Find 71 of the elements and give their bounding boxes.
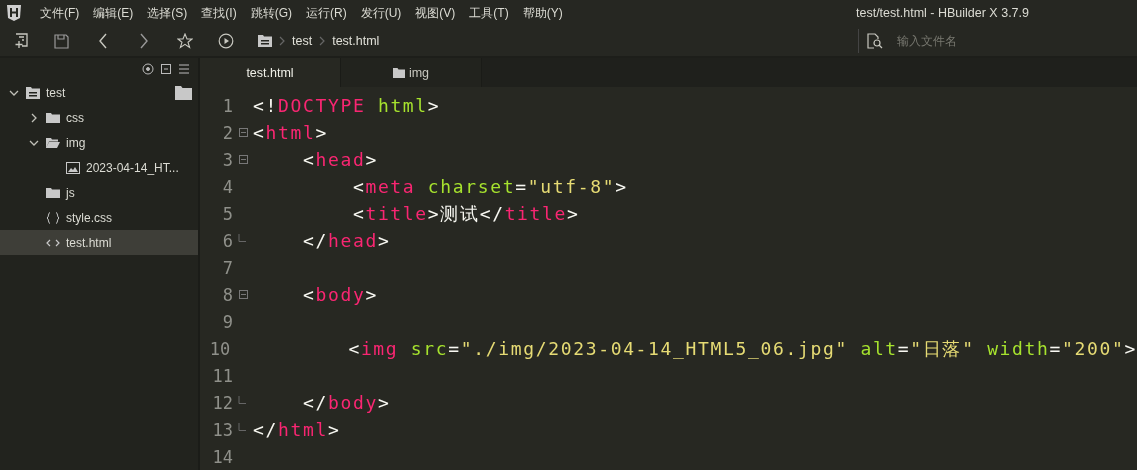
image-icon: [66, 161, 80, 174]
file-search-icon: [867, 33, 883, 49]
tree-item[interactable]: 2023-04-14_HT...: [0, 155, 198, 180]
code-line: <title>测试</title>: [351, 201, 580, 226]
open-folder-icon: [46, 136, 60, 149]
chevron-right-icon[interactable]: [29, 112, 39, 123]
save-icon: [54, 33, 69, 49]
fold-icon[interactable]: [238, 155, 248, 164]
folder-icon: [46, 186, 60, 199]
line-number: 11: [211, 365, 233, 386]
collapse-icon[interactable]: [160, 63, 172, 75]
code-line: <body>: [301, 284, 378, 305]
line-number: 8: [221, 284, 233, 305]
line-number: 13: [211, 419, 233, 440]
menu-item[interactable]: 视图(V): [408, 4, 463, 22]
menu-item[interactable]: 文件(F): [33, 4, 87, 22]
menu-item[interactable]: 跳转(G): [243, 4, 299, 22]
file-search-field[interactable]: 输入文件名: [895, 33, 1079, 49]
locate-icon[interactable]: [142, 63, 154, 75]
menu-item[interactable]: 选择(S): [140, 4, 195, 22]
code-line: <!DOCTYPE html>: [253, 95, 441, 116]
tree-item[interactable]: css: [0, 105, 198, 130]
folder-icon[interactable]: [175, 85, 192, 100]
play-circle-icon: [217, 33, 234, 49]
tree-item[interactable]: test.html: [0, 230, 198, 255]
menu-item[interactable]: 查找(I): [194, 4, 244, 22]
code-line: </head>: [301, 230, 391, 251]
chevron-right-icon: [138, 33, 149, 49]
menu-item[interactable]: 编辑(E): [86, 4, 141, 22]
line-number: 14: [211, 446, 233, 467]
folder-icon: [46, 111, 60, 124]
line-number: 10: [208, 338, 231, 359]
chevron-right-icon: [279, 36, 285, 46]
tree-item[interactable]: style.css: [0, 205, 198, 230]
line-number: 3: [221, 149, 233, 170]
fold-icon[interactable]: [238, 290, 248, 299]
line-number: 7: [221, 257, 233, 278]
braces-icon: [46, 211, 60, 224]
menu-icon[interactable]: [178, 63, 190, 75]
chevron-left-icon: [97, 33, 108, 49]
line-number: 9: [221, 311, 233, 332]
line-number: 5: [221, 203, 233, 224]
tree-item[interactable]: js: [0, 180, 198, 205]
breadcrumb-item[interactable]: test.html: [332, 34, 380, 48]
chevron-right-icon: [319, 36, 326, 46]
code-line: <meta charset="utf-8">: [351, 176, 628, 197]
menu-item[interactable]: 帮助(Y): [515, 4, 570, 22]
line-number: 12: [211, 392, 233, 413]
editor-tab[interactable]: test.html: [200, 58, 341, 87]
line-number: 1: [221, 95, 233, 116]
code-line: </html>: [253, 419, 341, 440]
breadcrumb-item[interactable]: test: [292, 34, 313, 48]
code-line: <head>: [301, 149, 378, 170]
star-icon: [176, 33, 193, 49]
line-number: 4: [221, 176, 233, 197]
menu-item[interactable]: 运行(R): [299, 4, 354, 22]
line-number: 2: [221, 122, 233, 143]
menu-item[interactable]: 工具(T): [462, 4, 516, 22]
tree-item[interactable]: test: [0, 80, 198, 105]
project-icon: [258, 35, 272, 47]
app-logo-icon: [7, 5, 21, 21]
line-number: 6: [221, 230, 233, 251]
menu-item[interactable]: 发行(U): [353, 4, 409, 22]
code-line: <html>: [253, 122, 328, 143]
tree-item[interactable]: img: [0, 130, 198, 155]
code-line: </body>: [301, 392, 391, 413]
fold-icon[interactable]: [238, 128, 248, 137]
folder-icon: [392, 67, 405, 78]
window-title: test/test.html - HBuilder X 3.7.9: [856, 6, 1029, 20]
code-line: <img src="./img/2023-04-14_HTML5_06.jpg" alt="日落" width="200">: [347, 336, 1137, 361]
project-icon: [26, 86, 40, 99]
